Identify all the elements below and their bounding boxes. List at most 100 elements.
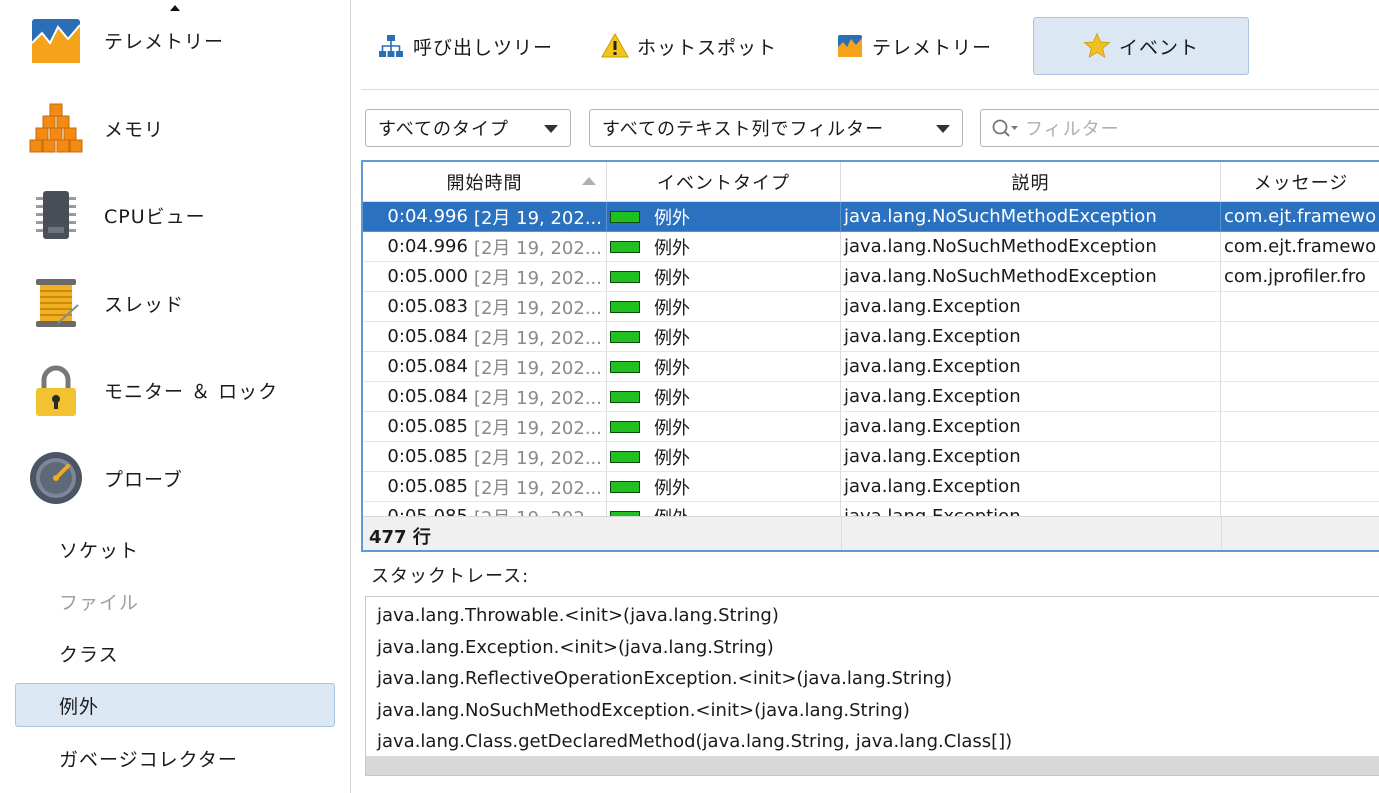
cell-message xyxy=(1221,442,1379,472)
table-row[interactable]: 0:05.084 [2月 19, 202... 例外 java.lang.Exce… xyxy=(363,382,1379,412)
sidebar-item-monitors-locks[interactable]: モニター ＆ ロック xyxy=(0,350,351,430)
cell-description: java.lang.Exception xyxy=(841,442,1221,472)
table-footer: 477 行 xyxy=(363,516,1379,550)
cell-description: java.lang.Exception xyxy=(841,472,1221,502)
cell-event-type: 例外 xyxy=(607,442,841,472)
cell-start-time: 0:05.083 [2月 19, 202... xyxy=(363,292,607,322)
cell-description: java.lang.Exception xyxy=(841,382,1221,412)
tab-label: ホットスポット xyxy=(637,36,778,59)
event-date: [2月 19, 202... xyxy=(473,207,602,229)
stack-frame[interactable]: java.lang.Class.getDeclaredMethod(java.l… xyxy=(377,726,1012,756)
column-header-message[interactable]: メッセージ xyxy=(1221,162,1379,202)
cell-event-type: 例外 xyxy=(607,232,841,262)
event-type-label: 例外 xyxy=(654,327,690,349)
event-type-label: 例外 xyxy=(654,237,690,259)
cell-message xyxy=(1221,412,1379,442)
footer-divider xyxy=(841,517,842,550)
table-header: 開始時間 イベントタイプ 説明 メッセージ xyxy=(363,162,1379,202)
cell-event-type: 例外 xyxy=(607,412,841,442)
stack-frame[interactable]: java.lang.Exception.<init>(java.lang.Str… xyxy=(377,632,774,662)
telemetry-icon xyxy=(31,19,81,63)
sidebar-item-probes[interactable]: プローブ xyxy=(0,438,351,518)
sidebar-item-threads[interactable]: スレッド xyxy=(0,263,351,343)
cell-message xyxy=(1221,382,1379,412)
sidebar-subitem-gc[interactable]: ガベージコレクター xyxy=(15,736,335,780)
event-date: [2月 19, 202... xyxy=(473,447,602,469)
event-date: [2月 19, 202... xyxy=(473,477,602,499)
sidebar-item-label: スレッド xyxy=(104,293,185,316)
filter-column-combo[interactable]: すべてのテキスト列でフィルター xyxy=(589,109,963,147)
event-time: 0:05.085 xyxy=(387,446,468,467)
sidebar-subitem-sockets[interactable]: ソケット xyxy=(15,527,335,571)
event-date: [2月 19, 202... xyxy=(473,327,602,349)
tab-call-tree[interactable]: 呼び出しツリー xyxy=(377,17,577,75)
stack-frame[interactable]: java.lang.NoSuchMethodException.<init>(j… xyxy=(377,695,910,725)
event-color-swatch xyxy=(610,450,640,463)
table-row[interactable]: 0:05.085[2月 19, 202... 例外 java.lang.Exce… xyxy=(363,472,1379,502)
memory-icon xyxy=(29,103,83,153)
event-type-label: 例外 xyxy=(654,267,690,289)
event-time: 0:05.085 xyxy=(387,476,468,497)
sidebar-subitem-files[interactable]: ファイル xyxy=(15,579,335,623)
cell-message xyxy=(1221,322,1379,352)
event-date: [2月 19, 202... xyxy=(473,387,602,409)
stack-trace-panel: java.lang.Throwable.<init>(java.lang.Str… xyxy=(365,596,1379,776)
chevron-down-icon xyxy=(544,125,558,133)
sidebar-subitem-exceptions[interactable]: 例外 xyxy=(15,683,335,727)
stack-frame[interactable]: java.lang.Throwable.<init>(java.lang.Str… xyxy=(377,600,779,630)
cell-description: java.lang.Exception xyxy=(841,352,1221,382)
cell-start-time: 0:05.085[2月 19, 202... xyxy=(363,472,607,502)
event-date: [2月 19, 202... xyxy=(473,357,602,379)
column-header-start-time[interactable]: 開始時間 xyxy=(363,162,607,202)
sidebar-subitem-classes[interactable]: クラス xyxy=(15,631,335,675)
cell-event-type: 例外 xyxy=(607,352,841,382)
threads-icon xyxy=(36,279,79,327)
cell-start-time: 0:05.000 [2月 19, 202... xyxy=(363,262,607,292)
event-color-swatch xyxy=(610,240,640,253)
table-row[interactable]: 0:05.084 [2月 19, 202... 例外 java.lang.Exce… xyxy=(363,322,1379,352)
lock-icon xyxy=(36,365,76,416)
tab-telemetry[interactable]: テレメトリー xyxy=(836,17,1016,75)
table-row[interactable]: 0:05.084 [2月 19, 202... 例外 java.lang.Exce… xyxy=(363,352,1379,382)
star-icon xyxy=(1083,32,1111,59)
sidebar-item-memory[interactable]: メモリ xyxy=(0,88,351,168)
cell-event-type: 例外 xyxy=(607,202,841,232)
event-time: 0:05.084 xyxy=(387,356,468,377)
table-row[interactable]: 0:04.996 [2月 19, 202... 例外 java.lang.NoSu… xyxy=(363,232,1379,262)
events-table: 開始時間 イベントタイプ 説明 メッセージ 0:04.996 [2月 19, 20… xyxy=(361,160,1379,552)
telemetry-icon xyxy=(838,35,862,57)
table-row[interactable]: 0:05.085[2月 19, 202... 例外 java.lang.Exce… xyxy=(363,442,1379,472)
tab-events[interactable]: イベント xyxy=(1033,17,1249,75)
cell-description: java.lang.Exception xyxy=(841,292,1221,322)
tab-label: テレメトリー xyxy=(872,36,993,59)
event-type-label: 例外 xyxy=(654,477,690,499)
cell-start-time: 0:05.084 [2月 19, 202... xyxy=(363,382,607,412)
event-color-swatch xyxy=(610,270,640,283)
column-header-description[interactable]: 説明 xyxy=(841,162,1221,202)
column-header-event-type[interactable]: イベントタイプ xyxy=(607,162,841,202)
sidebar-item-telemetry[interactable]: テレメトリー xyxy=(0,0,351,80)
table-row[interactable]: 0:05.085[2月 19, 202... 例外 java.lang.Exce… xyxy=(363,412,1379,442)
stack-frame[interactable]: java.lang.ReflectiveOperationException.<… xyxy=(377,663,952,693)
chevron-down-icon xyxy=(936,125,950,133)
table-row[interactable]: 0:05.000 [2月 19, 202... 例外 java.lang.NoSu… xyxy=(363,262,1379,292)
table-row[interactable]: 0:05.083 [2月 19, 202... 例外 java.lang.Exce… xyxy=(363,292,1379,322)
search-icon[interactable] xyxy=(991,118,1021,140)
sidebar-item-cpu[interactable]: CPUビュー xyxy=(0,175,351,255)
horizontal-scrollbar[interactable] xyxy=(366,756,1379,775)
tab-hotspots[interactable]: ホットスポット xyxy=(601,17,801,75)
cell-message xyxy=(1221,352,1379,382)
tab-label: イベント xyxy=(1118,36,1199,59)
event-type-combo[interactable]: すべてのタイプ xyxy=(365,109,571,147)
table-row[interactable]: 0:04.996 [2月 19, 202... 例外 java.lang.NoSu… xyxy=(363,202,1379,232)
footer-divider xyxy=(1221,517,1222,550)
cell-description: java.lang.Exception xyxy=(841,322,1221,352)
filter-input[interactable] xyxy=(1025,116,1365,142)
cpu-icon xyxy=(36,191,76,239)
cell-start-time: 0:05.084 [2月 19, 202... xyxy=(363,322,607,352)
gauge-icon xyxy=(30,452,82,504)
event-time: 0:05.085 xyxy=(387,416,468,437)
event-time: 0:05.084 xyxy=(387,386,468,407)
cell-start-time: 0:05.085[2月 19, 202... xyxy=(363,442,607,472)
cell-event-type: 例外 xyxy=(607,382,841,412)
